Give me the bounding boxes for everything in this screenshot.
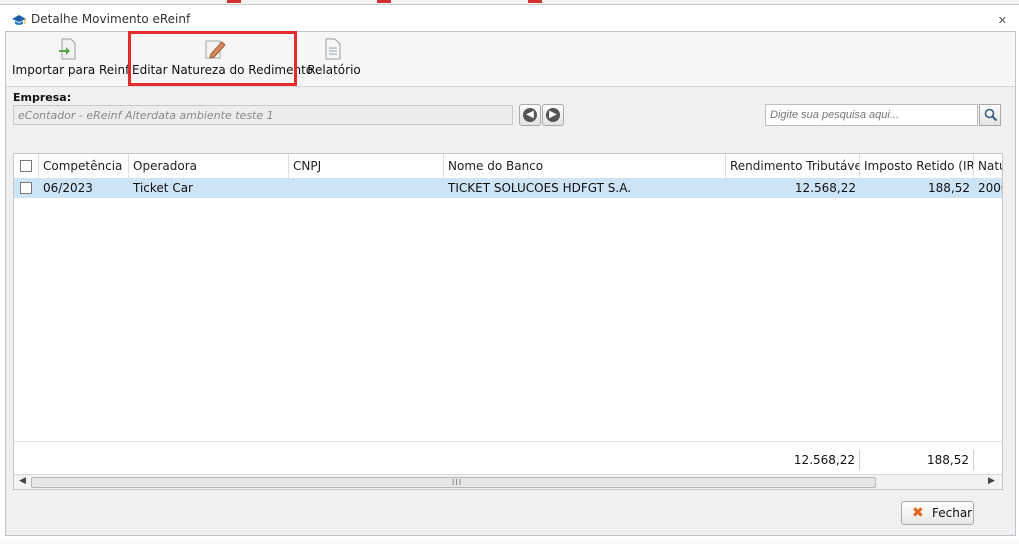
- tab-marker: [227, 0, 241, 3]
- window-bottom-edge: [0, 540, 1019, 544]
- cell-competencia: 06/2023: [43, 181, 93, 195]
- column-header-operadora[interactable]: Operadora: [129, 154, 289, 178]
- column-header-banco[interactable]: Nome do Banco: [444, 154, 726, 178]
- arrow-right-icon: ▶: [546, 108, 560, 122]
- cell-banco: TICKET SOLUCOES HDFGT S.A.: [448, 181, 632, 195]
- cell-imposto: 188,52: [928, 181, 970, 195]
- close-button-label: Fechar: [932, 506, 973, 520]
- column-header-natureza[interactable]: Natu: [974, 154, 1002, 178]
- row-select[interactable]: [14, 178, 39, 198]
- tab-marker: [377, 0, 391, 3]
- search-input[interactable]: [765, 104, 978, 126]
- report-button[interactable]: Relatório: [306, 32, 362, 86]
- tab-marker: [528, 0, 542, 3]
- import-document-icon: [58, 38, 78, 63]
- data-grid: Competência Operadora CNPJ Nome do Banco…: [13, 153, 1003, 490]
- import-reinf-button[interactable]: Importar para Reinf: [12, 32, 130, 86]
- report-label: Relatório: [307, 63, 361, 77]
- total-rendimento: 12.568,22: [760, 450, 860, 470]
- select-all-checkbox[interactable]: [20, 160, 32, 172]
- title-bar: Detalhe Movimento eReinf ✕: [0, 5, 1019, 31]
- report-document-icon: [324, 38, 342, 63]
- close-window-button[interactable]: ✕: [998, 14, 1007, 27]
- total-imposto: 188,52: [872, 450, 974, 470]
- header-select-all[interactable]: [14, 154, 39, 178]
- scroll-thumb[interactable]: III: [31, 477, 876, 488]
- column-header-rendimento[interactable]: Rendimento Tributável: [726, 154, 860, 178]
- cell-rendimento: 12.568,22: [794, 181, 856, 195]
- app-logo-icon: [11, 13, 27, 30]
- cell-operadora: Ticket Car: [133, 181, 193, 195]
- grid-summary: 12.568,22 188,52: [14, 441, 1002, 476]
- scroll-grip: III: [452, 478, 463, 487]
- empresa-label: Empresa:: [13, 91, 72, 104]
- cell-natureza: 2000: [978, 181, 1002, 195]
- next-button[interactable]: ▶: [542, 104, 564, 126]
- grid-header: Competência Operadora CNPJ Nome do Banco…: [14, 154, 1002, 179]
- window-title: Detalhe Movimento eReinf: [31, 12, 191, 26]
- close-button[interactable]: ✖ Fechar: [901, 501, 974, 525]
- table-row[interactable]: 06/2023 Ticket Car TICKET SOLUCOES HDFGT…: [14, 178, 1002, 198]
- horizontal-scrollbar[interactable]: ◀ III ▶: [14, 474, 1002, 489]
- search-icon: [984, 108, 998, 125]
- previous-button[interactable]: ◀: [519, 104, 541, 126]
- column-header-cnpj[interactable]: CNPJ: [289, 154, 444, 178]
- scroll-left-icon[interactable]: ◀: [19, 476, 26, 486]
- cell-cnpj: [289, 178, 444, 198]
- column-header-competencia[interactable]: Competência: [39, 154, 129, 178]
- close-x-icon: ✖: [912, 505, 924, 521]
- column-header-imposto[interactable]: Imposto Retido (IR): [860, 154, 974, 178]
- row-checkbox[interactable]: [20, 182, 32, 194]
- search-button[interactable]: [979, 104, 1001, 126]
- highlight-box: [128, 31, 297, 86]
- scroll-right-icon[interactable]: ▶: [988, 476, 995, 486]
- arrow-left-icon: ◀: [523, 108, 537, 122]
- import-reinf-label: Importar para Reinf: [12, 63, 130, 77]
- empresa-field[interactable]: eContador - eReinf Alterdata ambiente te…: [13, 105, 513, 125]
